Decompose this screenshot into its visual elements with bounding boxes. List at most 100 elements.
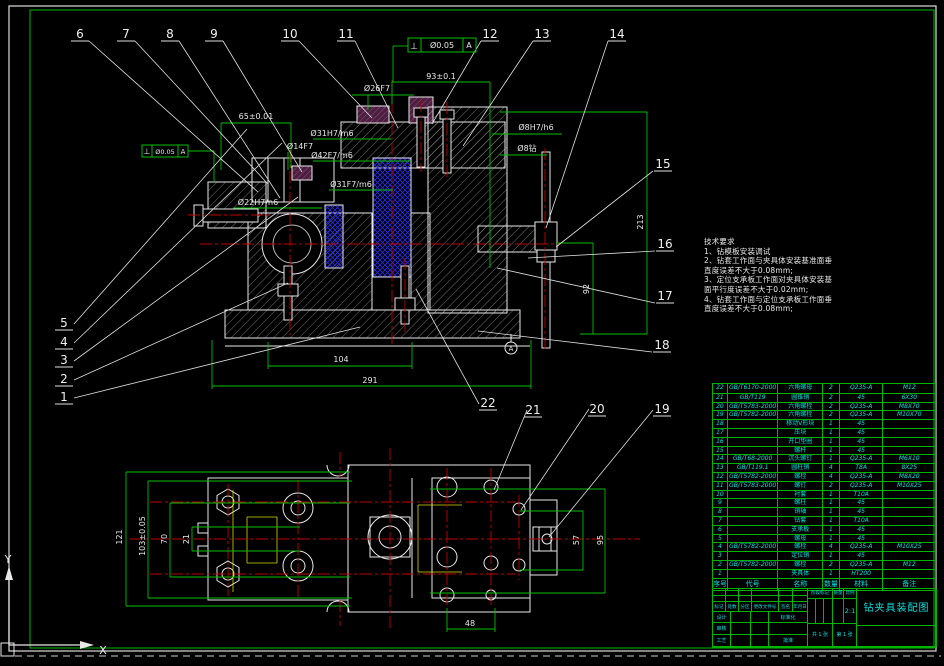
- ucs-y-label: Y: [4, 553, 12, 566]
- parts-table-cell: [728, 437, 779, 446]
- parts-table-cell: [883, 420, 935, 428]
- parts-table-cell: 2: [823, 411, 840, 420]
- balloon-leader: [545, 40, 609, 229]
- gdt-frame-left: ⊥ Ø0.05 A: [141, 144, 189, 158]
- parts-table-cell: GB/T119: [728, 393, 779, 402]
- parts-table-cell: [728, 428, 779, 437]
- balloon-15: 15: [655, 157, 670, 171]
- parts-table-cell: 1: [823, 569, 840, 578]
- dim-d42: Ø42F7/m6: [311, 150, 353, 160]
- parts-table-cell: GB/T5782-2000: [728, 472, 779, 481]
- dim-d26: Ø26F7: [364, 83, 390, 93]
- parts-table-cell: 45: [840, 446, 884, 455]
- parts-table-cell: 22: [713, 384, 728, 393]
- svg-text:A: A: [466, 41, 472, 50]
- parts-table-cell: 45: [840, 428, 884, 437]
- parts-table-cell: 4: [823, 472, 840, 481]
- parts-table-row: 10 衬套 1 T10A: [713, 489, 935, 499]
- parts-table-cell: 3: [713, 552, 728, 560]
- parts-table-cell: M10X25: [896, 481, 922, 489]
- parts-table-row: 20 GB/T5783-2000 六角螺栓 2 Q235-A M8X70: [713, 401, 935, 411]
- parts-table-cell: 15: [713, 446, 728, 455]
- parts-table-row: 13 GB/T119.1 圆柱销 4 T8A 8X25: [713, 463, 935, 472]
- balloon-3: 3: [60, 353, 68, 367]
- parts-table-cell: 18: [713, 420, 728, 428]
- parts-table-cell: M8X70: [898, 402, 920, 410]
- title-block-name-area: 钻夹具装配图: [857, 589, 937, 647]
- parts-table-cell: 1: [823, 446, 840, 455]
- parts-table-cell: 4: [823, 464, 840, 472]
- parts-table-cell: 2: [823, 402, 840, 411]
- parts-table-cell: 45: [840, 508, 884, 516]
- parts-table-cell: [883, 499, 935, 507]
- parts-table-cell: T10A: [840, 490, 884, 499]
- design-label: 设计: [713, 611, 731, 624]
- parts-table-cell: M6X10: [898, 455, 920, 463]
- balloon-16: 16: [657, 237, 672, 251]
- parts-table-cell: [883, 508, 935, 516]
- ucs-x-label: X: [99, 644, 107, 657]
- dim-d104: 104: [333, 355, 348, 364]
- parts-table-row: 12 GB/T5782-2000 螺栓 4 Q235-A M8X20: [713, 471, 935, 481]
- parts-table-row: 6 支承板 1 45: [713, 524, 935, 534]
- parts-table-row: 16 开口垫圈 1 45: [713, 436, 935, 446]
- parts-table-cell: Q235-A: [840, 402, 884, 411]
- parts-table-cell: GB/T5782-2000: [728, 543, 779, 552]
- balloon-5: 5: [60, 316, 68, 330]
- balloon-1: 1: [60, 390, 68, 404]
- balloon-2: 2: [60, 372, 68, 386]
- parts-table-cell: GB/T119.1: [728, 464, 779, 472]
- tech-notes: 技术要求 1、钻模板安装调试 2、钻套工作面与夹具体安装基准面垂 直度误差不大于…: [704, 237, 884, 314]
- parts-table-cell: 16: [713, 437, 728, 446]
- ucs-icon: Y X: [0, 553, 107, 657]
- parts-table-cell: 9: [713, 499, 728, 508]
- parts-table-cell: 45: [840, 552, 884, 560]
- parts-table-cell: 开口垫圈: [778, 437, 824, 446]
- parts-table-row: 14 GB/T68-2000 沉头螺钉 1 Q235-A M6X10: [713, 454, 935, 464]
- parts-table-cell: M10X25: [896, 543, 922, 551]
- cad-drawing-page: 6 7 8 9 10 11 12 13 14 15 16 17 18 5 4 3 2 1 22 21 20 19 65±0…: [0, 0, 944, 666]
- balloon-6: 6: [76, 27, 84, 41]
- dim-d8h: Ø8H7/h6: [518, 122, 553, 132]
- balloon-14: 14: [609, 27, 624, 41]
- parts-table-cell: GB/T5783-2000: [728, 402, 779, 411]
- parts-table-cell: [883, 491, 935, 499]
- parts-table-cell: [728, 446, 779, 455]
- parts-table-cell: 1: [823, 534, 840, 543]
- balloon-7: 7: [122, 27, 130, 41]
- parts-table-row: 9 螺柱 1 45: [713, 498, 935, 508]
- parts-table-cell: 12: [713, 472, 728, 481]
- parts-table-cell: 螺栓: [778, 560, 824, 569]
- parts-table-cell: 压块: [778, 428, 824, 437]
- parts-table-cell: 圆锥销: [778, 393, 824, 402]
- parts-table-cell: 1: [823, 508, 840, 516]
- dim-d31f: Ø31F7/m6: [330, 179, 372, 189]
- parts-table-cell: [728, 499, 779, 508]
- parts-table-cell: Q235-A: [840, 481, 884, 490]
- parts-table-cell: 螺柱: [778, 499, 824, 508]
- parts-table-cell: [728, 516, 779, 525]
- balloon-17: 17: [657, 289, 672, 303]
- parts-table-row: 21 GB/T119 圆锥销 2 45 6X30: [713, 392, 935, 402]
- parts-table-cell: 螺母: [778, 534, 824, 543]
- parts-table-cell: 圆柱销: [778, 464, 824, 472]
- balloon-13: 13: [534, 27, 549, 41]
- parts-table-cell: M12: [902, 560, 916, 568]
- parts-table-cell: 支承板: [778, 525, 824, 534]
- dim-d95: 95: [596, 535, 605, 545]
- balloon-leader: [520, 408, 590, 511]
- balloon-leader: [222, 40, 303, 173]
- svg-text:A: A: [181, 148, 186, 156]
- parts-table-cell: 45: [840, 499, 884, 508]
- dim-d22: Ø22H7/n6: [238, 197, 278, 207]
- parts-table-row: 19 GB/T5782-2000 六角螺栓 2 Q235-A M10X70: [713, 410, 935, 420]
- parts-table-cell: 1: [823, 420, 840, 428]
- parts-table-cell: [883, 535, 935, 543]
- parts-table-cell: 14: [713, 455, 728, 464]
- parts-table-cell: Q235-A: [840, 411, 884, 420]
- parts-table-cell: Q235-A: [840, 455, 884, 464]
- parts-table-row: 4 GB/T5782-2000 螺栓 4 Q235-A M10X25: [713, 542, 935, 552]
- title-block: 标记 处数 分区 更改文件号 签名 年月日 设计 标准化 审核 工艺 批准 阶段…: [712, 588, 937, 648]
- parts-table-row: 3 定位销 1 45: [713, 551, 935, 560]
- parts-table-cell: 2: [823, 384, 840, 393]
